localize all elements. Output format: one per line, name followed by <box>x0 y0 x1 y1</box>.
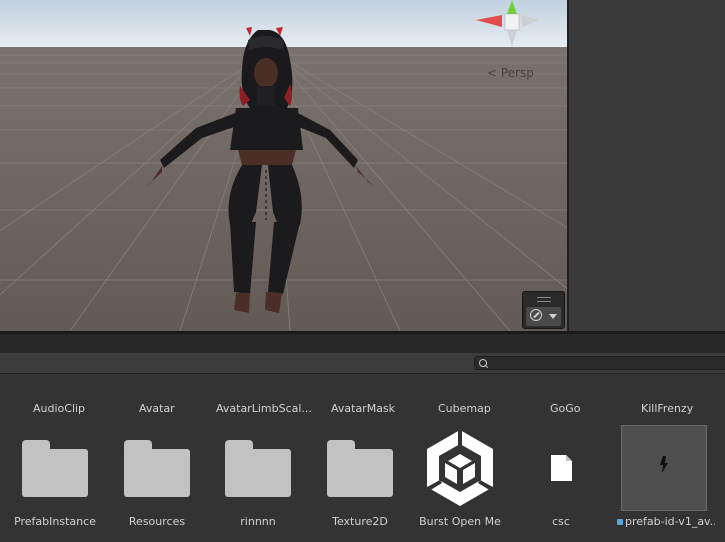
project-tab-bar <box>0 334 725 353</box>
asset-type-cubemap[interactable]: Cubemap <box>438 402 491 415</box>
asset-label: prefab-id-v1_av... <box>625 515 715 528</box>
overlay-menu[interactable] <box>526 307 561 326</box>
asset-type-killfrenzy[interactable]: KillFrenzy <box>641 402 693 415</box>
folder-icon <box>225 440 291 497</box>
asset-item-rinnnn[interactable]: rinnnn <box>208 424 308 542</box>
asset-type-avatarlimbscale[interactable]: AvatarLimbScal... <box>216 402 312 415</box>
asset-item-prefabinstance[interactable]: PrefabInstance <box>5 424 105 542</box>
drag-handle-icon[interactable] <box>537 297 551 302</box>
asset-type-gogo[interactable]: GoGo <box>550 402 581 415</box>
asset-type-avatarmask[interactable]: AvatarMask <box>331 402 395 415</box>
asset-item-csc[interactable]: csc <box>511 424 611 542</box>
unity-logo-icon <box>427 430 493 506</box>
asset-item-burst-open-me[interactable]: Burst Open Me <box>410 424 510 542</box>
search-input[interactable] <box>474 356 725 370</box>
breadcrumb <box>0 374 725 394</box>
asset-item-prefab-id[interactable]: prefab-id-v1_av... <box>615 424 715 542</box>
search-icon <box>479 359 487 367</box>
asset-label: csc <box>552 515 570 528</box>
asset-label: PrefabInstance <box>14 515 96 528</box>
prefab-icon <box>617 519 623 525</box>
asset-item-texture2d[interactable]: Texture2D <box>310 424 410 542</box>
folder-icon <box>327 440 393 497</box>
asset-type-audioclip[interactable]: AudioClip <box>33 402 85 415</box>
prefab-preview-thumbnail <box>621 425 707 511</box>
folder-icon <box>22 440 88 497</box>
avatar-thumbnail-icon <box>660 456 668 473</box>
project-toolbar <box>0 353 725 374</box>
file-icon <box>551 455 572 481</box>
scene-canvas[interactable] <box>0 0 567 331</box>
asset-item-resources[interactable]: Resources <box>107 424 207 542</box>
asset-type-avatar[interactable]: Avatar <box>139 402 175 415</box>
compass-icon <box>530 309 542 321</box>
asset-label: Texture2D <box>332 515 388 528</box>
scene-view[interactable]: < Persp <box>0 0 567 331</box>
asset-label: Resources <box>128 515 186 528</box>
asset-label: rinnnn <box>240 515 276 528</box>
perspective-toggle[interactable]: < Persp <box>487 66 534 80</box>
inspector-panel <box>567 0 725 331</box>
asset-label: Burst Open Me <box>419 515 501 528</box>
asset-label-row: prefab-id-v1_av... <box>615 515 715 528</box>
chevron-down-icon <box>549 314 557 319</box>
folder-icon <box>124 440 190 497</box>
scene-overlay-button[interactable] <box>522 291 565 329</box>
